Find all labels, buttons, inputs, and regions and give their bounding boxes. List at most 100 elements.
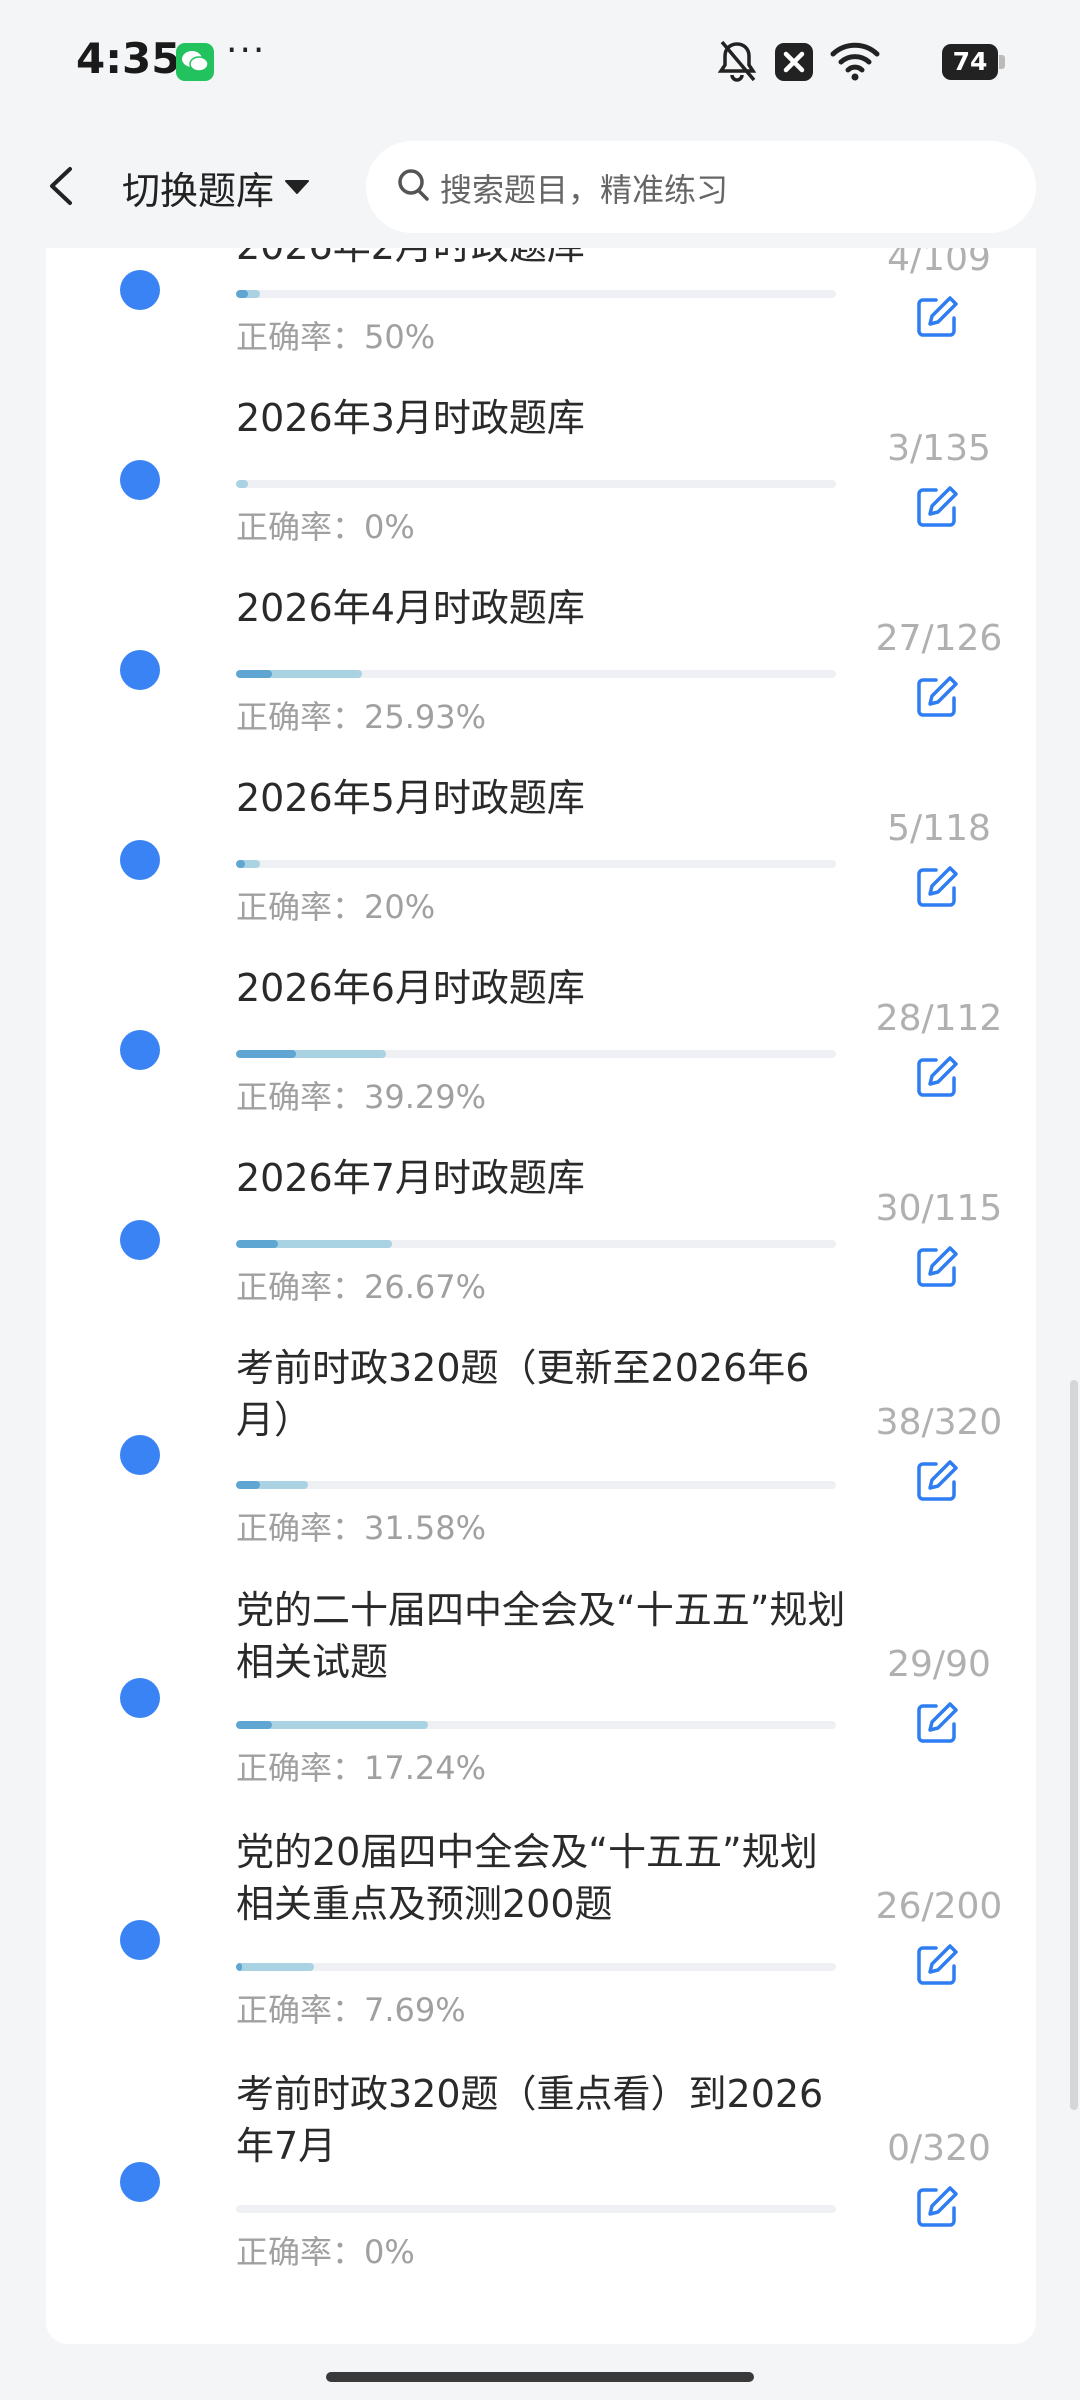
list-item[interactable]: 党的二十届四中全会及“十五五”规划相关试题 正确率：17.24% 29/90 [46,1588,1036,1834]
switch-bank-dropdown[interactable]: 切换题库 [122,161,310,213]
item-count: 4/109 [887,248,991,279]
list-item[interactable]: 党的20届四中全会及“十五五”规划相关重点及预测200题 正确率：7.69% 2… [46,1830,1036,2076]
status-dot [120,460,160,500]
progress-correct-fill [236,1240,278,1248]
item-title: 2026年3月时政题库 [236,396,585,440]
edit-icon[interactable] [914,674,960,720]
battery-tip [999,55,1005,69]
list-item[interactable]: 考前时政320题（更新至2026年6月） 正确率：31.58% 38/320 [46,1346,1036,1592]
status-dot [120,270,160,310]
notification-more-icon: ··· [226,30,267,71]
item-accuracy: 正确率：20% [236,888,436,926]
progress-correct-fill [236,1481,260,1489]
item-count: 26/200 [875,1886,1003,1927]
item-accuracy: 正确率：25.93% [236,698,487,736]
edit-icon[interactable] [914,294,960,340]
search-icon [398,169,429,201]
item-count: 30/115 [875,1188,1003,1229]
edit-icon[interactable] [914,2184,960,2230]
progress-correct-fill [236,1963,242,1971]
status-dot [120,1030,160,1070]
progress-fill [236,480,248,488]
item-count: 0/320 [887,2128,991,2169]
list-item[interactable]: 2026年5月时政题库 正确率：20% 5/118 [46,776,1036,970]
status-bar: 4:35 ··· 74 [0,0,1080,125]
item-accuracy: 正确率：17.24% [236,1749,487,1787]
item-accuracy: 正确率：0% [236,508,415,546]
status-dot [120,2162,160,2202]
edit-icon[interactable] [914,1458,960,1504]
edit-icon[interactable] [914,1244,960,1290]
status-dot [120,1920,160,1960]
progress-bar [236,480,836,488]
list-item[interactable]: 2026年4月时政题库 正确率：25.93% 27/126 [46,586,1036,780]
status-dot [120,1678,160,1718]
scrollbar[interactable] [1070,1380,1078,2110]
wifi-icon [830,42,880,81]
item-title: 2026年5月时政题库 [236,776,585,820]
item-accuracy: 正确率：39.29% [236,1078,487,1116]
item-title: 考前时政320题（更新至2026年6月） [236,1346,810,1442]
progress-correct-fill [236,860,245,868]
item-count: 28/112 [875,998,1003,1039]
progress-bar [236,1481,836,1489]
item-count: 29/90 [887,1644,991,1685]
item-title: 党的二十届四中全会及“十五五”规划相关试题 [236,1588,846,1684]
progress-correct-fill [236,1721,272,1729]
edit-icon[interactable] [914,1700,960,1746]
item-accuracy: 正确率：7.69% [236,1991,466,2029]
item-title: 2026年6月时政题库 [236,966,585,1010]
edit-icon[interactable] [914,1942,960,1988]
close-box-icon [775,43,813,81]
back-arrow-icon [50,167,72,205]
status-icons: 74 [716,38,1006,86]
progress-correct-fill [236,670,272,678]
progress-bar [236,860,836,868]
progress-bar [236,290,836,298]
search-placeholder: 搜索题目，精准练习 [440,171,729,209]
battery-icon: 74 [942,44,1006,80]
item-count: 27/126 [875,618,1003,659]
status-time: 4:35 [76,34,181,83]
item-title: 2026年4月时政题库 [236,586,585,630]
home-indicator[interactable] [326,2372,754,2382]
caret-down-icon [285,180,310,194]
mute-bell-icon [717,40,757,82]
progress-bar [236,1050,836,1058]
item-accuracy: 正确率：0% [236,2233,415,2271]
list-item[interactable]: 考前时政320题（重点看）到2026年7月 正确率：0% 0/320 [46,2072,1036,2318]
search-input[interactable]: 搜索题目，精准练习 [366,141,1036,233]
battery-level: 74 [942,44,998,80]
progress-bar [236,2205,836,2213]
item-accuracy: 正确率：31.58% [236,1509,487,1547]
item-count: 38/320 [875,1402,1003,1443]
progress-bar [236,1963,836,1971]
status-dot [120,650,160,690]
list-item[interactable]: 2026年3月时政题库 正确率：0% 3/135 [46,396,1036,590]
progress-bar [236,1721,836,1729]
item-accuracy: 正确率：26.67% [236,1268,487,1306]
edit-icon[interactable] [914,484,960,530]
item-count: 5/118 [887,808,991,849]
progress-correct-fill [236,290,248,298]
progress-bar [236,670,836,678]
progress-bar [236,1240,836,1248]
status-dot [120,840,160,880]
item-accuracy: 正确率：50% [236,318,436,356]
header: 切换题库 搜索题目，精准练习 [0,125,1080,249]
item-count: 3/135 [887,428,991,469]
progress-correct-fill [236,1050,296,1058]
item-title: 考前时政320题（重点看）到2026年7月 [236,2072,824,2168]
list-item[interactable]: 2026年6月时政题库 正确率：39.29% 28/112 [46,966,1036,1160]
back-button[interactable] [42,161,82,211]
wechat-icon [176,43,214,81]
edit-icon[interactable] [914,1054,960,1100]
item-title: 2026年7月时政题库 [236,1156,585,1200]
question-bank-list: 2026年2月时政题库 正确率：50% 4/109 2026年3月时政题库 正确… [46,248,1036,2344]
status-dot [120,1435,160,1475]
edit-icon[interactable] [914,864,960,910]
item-title: 2026年2月时政题库 [236,248,846,272]
switch-bank-label: 切换题库 [122,168,275,213]
list-item[interactable]: 2026年7月时政题库 正确率：26.67% 30/115 [46,1156,1036,1350]
progress-fill [236,1963,314,1971]
